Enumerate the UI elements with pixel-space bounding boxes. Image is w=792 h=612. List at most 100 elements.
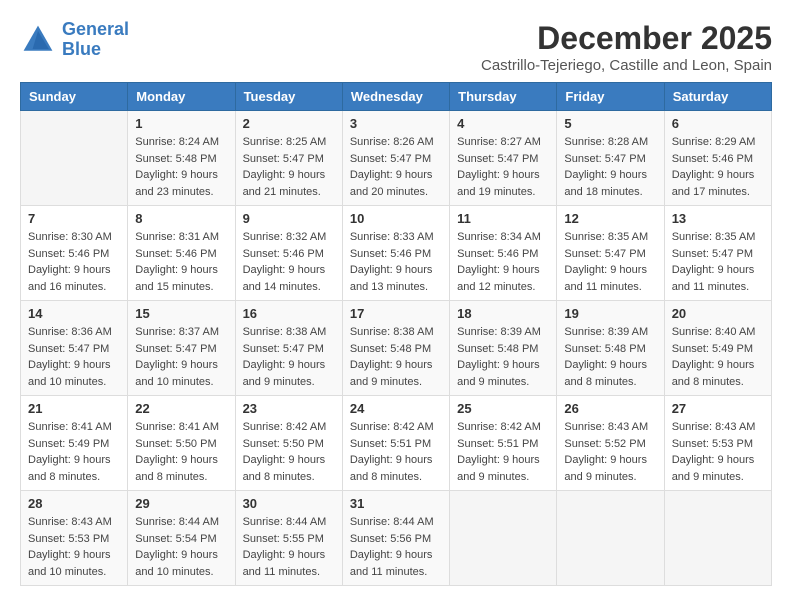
day-number: 16 xyxy=(243,306,335,321)
day-info: Sunrise: 8:41 AMSunset: 5:50 PMDaylight:… xyxy=(135,419,227,485)
page-header: General Blue December 2025 Castrillo-Tej… xyxy=(20,20,772,74)
calendar-day-cell: 22 Sunrise: 8:41 AMSunset: 5:50 PMDaylig… xyxy=(128,396,235,491)
day-number: 10 xyxy=(350,211,442,226)
day-info: Sunrise: 8:38 AMSunset: 5:48 PMDaylight:… xyxy=(350,324,442,390)
day-number: 23 xyxy=(243,401,335,416)
day-info: Sunrise: 8:35 AMSunset: 5:47 PMDaylight:… xyxy=(672,229,764,295)
calendar-day-cell: 14 Sunrise: 8:36 AMSunset: 5:47 PMDaylig… xyxy=(21,301,128,396)
day-number: 17 xyxy=(350,306,442,321)
day-info: Sunrise: 8:32 AMSunset: 5:46 PMDaylight:… xyxy=(243,229,335,295)
day-number: 3 xyxy=(350,116,442,131)
calendar-day-cell: 12 Sunrise: 8:35 AMSunset: 5:47 PMDaylig… xyxy=(557,206,664,301)
day-info: Sunrise: 8:24 AMSunset: 5:48 PMDaylight:… xyxy=(135,134,227,200)
calendar-header-cell: Thursday xyxy=(450,83,557,111)
day-number: 28 xyxy=(28,496,120,511)
day-info: Sunrise: 8:42 AMSunset: 5:51 PMDaylight:… xyxy=(350,419,442,485)
calendar-day-cell xyxy=(450,491,557,586)
calendar-day-cell: 3 Sunrise: 8:26 AMSunset: 5:47 PMDayligh… xyxy=(342,111,449,206)
calendar-day-cell: 7 Sunrise: 8:30 AMSunset: 5:46 PMDayligh… xyxy=(21,206,128,301)
day-info: Sunrise: 8:27 AMSunset: 5:47 PMDaylight:… xyxy=(457,134,549,200)
title-block: December 2025 Castrillo-Tejeriego, Casti… xyxy=(481,20,772,74)
day-number: 31 xyxy=(350,496,442,511)
day-info: Sunrise: 8:39 AMSunset: 5:48 PMDaylight:… xyxy=(564,324,656,390)
calendar-week-row: 21 Sunrise: 8:41 AMSunset: 5:49 PMDaylig… xyxy=(21,396,772,491)
calendar-day-cell: 11 Sunrise: 8:34 AMSunset: 5:46 PMDaylig… xyxy=(450,206,557,301)
calendar-body: 1 Sunrise: 8:24 AMSunset: 5:48 PMDayligh… xyxy=(21,111,772,586)
day-info: Sunrise: 8:37 AMSunset: 5:47 PMDaylight:… xyxy=(135,324,227,390)
calendar-table: SundayMondayTuesdayWednesdayThursdayFrid… xyxy=(20,82,772,586)
calendar-day-cell: 19 Sunrise: 8:39 AMSunset: 5:48 PMDaylig… xyxy=(557,301,664,396)
calendar-day-cell: 17 Sunrise: 8:38 AMSunset: 5:48 PMDaylig… xyxy=(342,301,449,396)
day-number: 4 xyxy=(457,116,549,131)
day-number: 22 xyxy=(135,401,227,416)
calendar-day-cell: 30 Sunrise: 8:44 AMSunset: 5:55 PMDaylig… xyxy=(235,491,342,586)
day-number: 7 xyxy=(28,211,120,226)
calendar-day-cell: 6 Sunrise: 8:29 AMSunset: 5:46 PMDayligh… xyxy=(664,111,771,206)
calendar-day-cell: 20 Sunrise: 8:40 AMSunset: 5:49 PMDaylig… xyxy=(664,301,771,396)
calendar-week-row: 7 Sunrise: 8:30 AMSunset: 5:46 PMDayligh… xyxy=(21,206,772,301)
day-number: 9 xyxy=(243,211,335,226)
calendar-day-cell: 31 Sunrise: 8:44 AMSunset: 5:56 PMDaylig… xyxy=(342,491,449,586)
calendar-week-row: 28 Sunrise: 8:43 AMSunset: 5:53 PMDaylig… xyxy=(21,491,772,586)
logo: General Blue xyxy=(20,20,129,60)
calendar-day-cell: 28 Sunrise: 8:43 AMSunset: 5:53 PMDaylig… xyxy=(21,491,128,586)
day-number: 13 xyxy=(672,211,764,226)
day-number: 26 xyxy=(564,401,656,416)
day-number: 21 xyxy=(28,401,120,416)
calendar-day-cell: 29 Sunrise: 8:44 AMSunset: 5:54 PMDaylig… xyxy=(128,491,235,586)
calendar-header-cell: Friday xyxy=(557,83,664,111)
calendar-week-row: 1 Sunrise: 8:24 AMSunset: 5:48 PMDayligh… xyxy=(21,111,772,206)
calendar-day-cell xyxy=(557,491,664,586)
day-info: Sunrise: 8:34 AMSunset: 5:46 PMDaylight:… xyxy=(457,229,549,295)
calendar-day-cell: 21 Sunrise: 8:41 AMSunset: 5:49 PMDaylig… xyxy=(21,396,128,491)
day-info: Sunrise: 8:31 AMSunset: 5:46 PMDaylight:… xyxy=(135,229,227,295)
day-number: 5 xyxy=(564,116,656,131)
calendar-day-cell: 9 Sunrise: 8:32 AMSunset: 5:46 PMDayligh… xyxy=(235,206,342,301)
day-number: 29 xyxy=(135,496,227,511)
day-number: 8 xyxy=(135,211,227,226)
day-info: Sunrise: 8:30 AMSunset: 5:46 PMDaylight:… xyxy=(28,229,120,295)
day-number: 2 xyxy=(243,116,335,131)
day-number: 27 xyxy=(672,401,764,416)
calendar-header-cell: Monday xyxy=(128,83,235,111)
day-info: Sunrise: 8:39 AMSunset: 5:48 PMDaylight:… xyxy=(457,324,549,390)
calendar-day-cell: 27 Sunrise: 8:43 AMSunset: 5:53 PMDaylig… xyxy=(664,396,771,491)
day-info: Sunrise: 8:28 AMSunset: 5:47 PMDaylight:… xyxy=(564,134,656,200)
day-number: 24 xyxy=(350,401,442,416)
calendar-day-cell xyxy=(21,111,128,206)
location-title: Castrillo-Tejeriego, Castille and Leon, … xyxy=(481,57,772,74)
day-number: 14 xyxy=(28,306,120,321)
day-number: 1 xyxy=(135,116,227,131)
day-number: 20 xyxy=(672,306,764,321)
calendar-day-cell: 16 Sunrise: 8:38 AMSunset: 5:47 PMDaylig… xyxy=(235,301,342,396)
day-number: 6 xyxy=(672,116,764,131)
calendar-header-cell: Wednesday xyxy=(342,83,449,111)
calendar-day-cell: 8 Sunrise: 8:31 AMSunset: 5:46 PMDayligh… xyxy=(128,206,235,301)
logo-icon xyxy=(20,22,56,58)
logo-text: General Blue xyxy=(62,20,129,60)
calendar-day-cell: 4 Sunrise: 8:27 AMSunset: 5:47 PMDayligh… xyxy=(450,111,557,206)
day-info: Sunrise: 8:42 AMSunset: 5:50 PMDaylight:… xyxy=(243,419,335,485)
calendar-day-cell: 5 Sunrise: 8:28 AMSunset: 5:47 PMDayligh… xyxy=(557,111,664,206)
calendar-day-cell: 13 Sunrise: 8:35 AMSunset: 5:47 PMDaylig… xyxy=(664,206,771,301)
calendar-day-cell: 18 Sunrise: 8:39 AMSunset: 5:48 PMDaylig… xyxy=(450,301,557,396)
day-number: 25 xyxy=(457,401,549,416)
day-info: Sunrise: 8:38 AMSunset: 5:47 PMDaylight:… xyxy=(243,324,335,390)
calendar-day-cell: 24 Sunrise: 8:42 AMSunset: 5:51 PMDaylig… xyxy=(342,396,449,491)
day-number: 18 xyxy=(457,306,549,321)
day-info: Sunrise: 8:26 AMSunset: 5:47 PMDaylight:… xyxy=(350,134,442,200)
day-info: Sunrise: 8:44 AMSunset: 5:55 PMDaylight:… xyxy=(243,514,335,580)
calendar-header-cell: Saturday xyxy=(664,83,771,111)
day-info: Sunrise: 8:43 AMSunset: 5:53 PMDaylight:… xyxy=(28,514,120,580)
calendar-day-cell: 10 Sunrise: 8:33 AMSunset: 5:46 PMDaylig… xyxy=(342,206,449,301)
day-info: Sunrise: 8:43 AMSunset: 5:53 PMDaylight:… xyxy=(672,419,764,485)
calendar-header-row: SundayMondayTuesdayWednesdayThursdayFrid… xyxy=(21,83,772,111)
day-number: 19 xyxy=(564,306,656,321)
day-number: 11 xyxy=(457,211,549,226)
day-info: Sunrise: 8:42 AMSunset: 5:51 PMDaylight:… xyxy=(457,419,549,485)
day-info: Sunrise: 8:35 AMSunset: 5:47 PMDaylight:… xyxy=(564,229,656,295)
day-info: Sunrise: 8:43 AMSunset: 5:52 PMDaylight:… xyxy=(564,419,656,485)
calendar-day-cell: 23 Sunrise: 8:42 AMSunset: 5:50 PMDaylig… xyxy=(235,396,342,491)
day-info: Sunrise: 8:40 AMSunset: 5:49 PMDaylight:… xyxy=(672,324,764,390)
day-info: Sunrise: 8:44 AMSunset: 5:56 PMDaylight:… xyxy=(350,514,442,580)
